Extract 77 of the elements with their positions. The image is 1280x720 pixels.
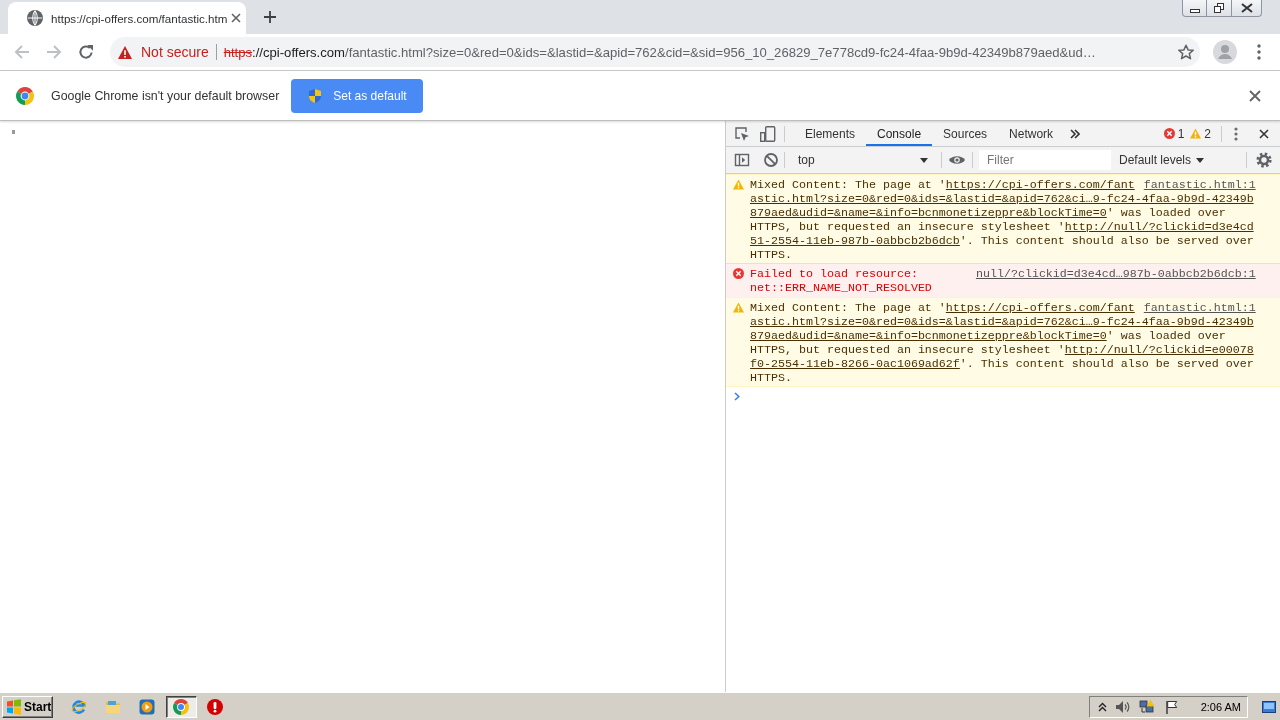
source-link[interactable]: fantastic.html:1 [1136, 178, 1256, 192]
default-browser-message: Google Chrome isn't your default browser [51, 88, 280, 103]
globe-icon [27, 10, 43, 26]
taskbar-app-button[interactable] [165, 695, 197, 718]
log-levels-dropdown[interactable]: Default levels [1119, 153, 1205, 167]
close-icon[interactable] [1259, 128, 1269, 139]
shield-icon [307, 87, 324, 104]
context-select[interactable]: top [790, 150, 934, 170]
error-icon [1163, 128, 1175, 139]
source-link[interactable]: fantastic.html:1 [1136, 301, 1256, 315]
clock-text[interactable]: 2:06 AM [1200, 700, 1241, 713]
network-icon[interactable] [1138, 698, 1155, 715]
eye-icon[interactable] [949, 155, 965, 165]
url-link[interactable]: http://null/?clickid=e00078 [1064, 343, 1254, 357]
address-bar[interactable]: Not secure https://cpi-offers.com/fantastic.html?size=0&red=0&ids=&lastid=&apid=762&cid=&sid=956_10_26829_7e778cd9-fc24-4faa-9b9d-42349b879aed&ud… [110, 37, 1200, 67]
devtools-tab[interactable]: Elements [794, 121, 867, 146]
warning-icon [733, 302, 744, 313]
more-tabs-icon[interactable] [1070, 128, 1081, 139]
url-text[interactable]: https://cpi-offers.com/fantastic.html?size=0&red=0&ids=&lastid=&apid=762&cid=&sid=956_10_26829_7e778cd9-fc24-4faa-9b9d-42349b879aed&ud… [223, 44, 1096, 60]
url-link[interactable]: 879aed&udid=&name=&info=bcnmonetizeppre&blockTime=0 [750, 329, 1107, 343]
caret-icon [1196, 157, 1205, 163]
close-icon [1240, 3, 1253, 13]
close-icon[interactable] [1249, 89, 1261, 102]
devtools-tab[interactable]: Network [998, 121, 1065, 146]
avatar-icon[interactable] [1213, 40, 1237, 64]
browser-logo-icon [16, 86, 34, 105]
inspect-element-icon[interactable] [734, 125, 750, 142]
minimize-icon [1189, 8, 1200, 13]
close-icon[interactable] [231, 13, 242, 23]
clear-console-icon[interactable] [764, 153, 778, 167]
url-link[interactable]: http://null/?clickid=d3e4cd [1064, 220, 1254, 234]
caret-icon [920, 157, 928, 163]
settings-icon[interactable] [1256, 152, 1272, 168]
warning-icon [1190, 128, 1202, 139]
flag-icon[interactable] [1164, 699, 1179, 714]
folder-icon [105, 698, 121, 715]
warning-icon [733, 179, 744, 190]
prompt-chevron-icon [734, 392, 740, 401]
source-link[interactable]: null/?clickid=d3e4cd…987b-0abbcb2b6dcb:1 [968, 267, 1256, 281]
devtools-tab[interactable]: Sources [932, 121, 999, 146]
console-message-text: Failed to load resource: null/?clickid=d3e4cd…987b-0abbcb2b6dcb:1 net::ERR_NAME_NOT_RESOLVED [750, 267, 1256, 295]
close-window-button[interactable] [1232, 0, 1262, 17]
menu-icon[interactable] [1257, 44, 1261, 60]
warning-icon [118, 45, 132, 59]
exclamation-icon [207, 698, 223, 715]
url-link[interactable]: 879aed&udid=&name=&info=bcnmonetizeppre&blockTime=0 [750, 206, 1107, 220]
restore-button[interactable] [1207, 0, 1232, 17]
url-link[interactable]: astic.html?size=0&red=0&ids=&lastid=&apid=762&ci…9-fc24-4faa-9b9d-42349b [750, 192, 1254, 206]
chevron-up-icon[interactable] [1097, 701, 1107, 712]
url-link[interactable]: f0-2554-11eb-8266-0ac1069ad62f [750, 357, 960, 371]
filter-field[interactable]: Filter [979, 150, 1111, 170]
star-icon[interactable] [1178, 44, 1194, 60]
browser-logo-icon [173, 698, 189, 715]
url-link[interactable]: 51-2554-11eb-987b-0abbcb2b6dcb [750, 234, 960, 248]
sidebar-toggle-icon[interactable] [734, 152, 750, 168]
error-icon [733, 268, 744, 279]
url-link[interactable]: https://cpi-offers.com/fant [945, 178, 1135, 192]
taskbar-app-button[interactable] [139, 698, 155, 715]
security-label[interactable]: Not secure [141, 44, 209, 60]
e-logo-icon [71, 698, 87, 715]
reload-icon[interactable] [78, 44, 94, 60]
start-button[interactable]: Start [2, 695, 53, 718]
console-message-text: Mixed Content: The page at 'https://cpi-offers.com/fant fantastic.html:1 astic.html?size=0&red=0&ids=&lastid=&apid=762&ci…9-fc24-4faa-9b9d-42349b 879aed&udid=&name=&info=bcnmonetizeppre&blockTime=0' was loaded over HTTPS, but requested an insecure stylesheet 'http://null/?clickid=e00078 f0-2554-11eb-8266-0ac1069ad62f'. This content should also be served over HTTPS. [750, 301, 1256, 385]
menu-icon[interactable] [1234, 126, 1238, 141]
plus-icon[interactable] [264, 11, 276, 23]
console-message-text: Mixed Content: The page at 'https://cpi-offers.com/fant fantastic.html:1 astic.html?size=0&red=0&ids=&lastid=&apid=762&ci…9-fc24-4faa-9b9d-42349b 879aed&udid=&name=&info=bcnmonetizeppre&blockTime=0' was loaded over HTTPS, but requested an insecure stylesheet 'http://null/?clickid=d3e4cd 51-2554-11eb-987b-0abbcb2b6dcb'. This content should also be served over HTTPS. [750, 178, 1256, 262]
url-link[interactable]: https://cpi-offers.com/fant [945, 301, 1135, 315]
taskbar-app-button[interactable] [207, 698, 223, 715]
play-icon [139, 698, 155, 715]
minimize-button[interactable] [1182, 0, 1207, 17]
browser-tab[interactable]: https://cpi-offers.com/fantastic.htm [8, 2, 246, 34]
windows-flag-icon [6, 698, 22, 715]
restore-icon [1214, 3, 1224, 13]
show-desktop-icon[interactable] [1262, 700, 1276, 713]
url-link[interactable]: astic.html?size=0&red=0&ids=&lastid=&apid=762&ci…9-fc24-4faa-9b9d-42349b [750, 315, 1254, 329]
device-toolbar-icon[interactable] [760, 125, 776, 142]
message-counts-button[interactable]: 1 2 [1163, 126, 1211, 141]
